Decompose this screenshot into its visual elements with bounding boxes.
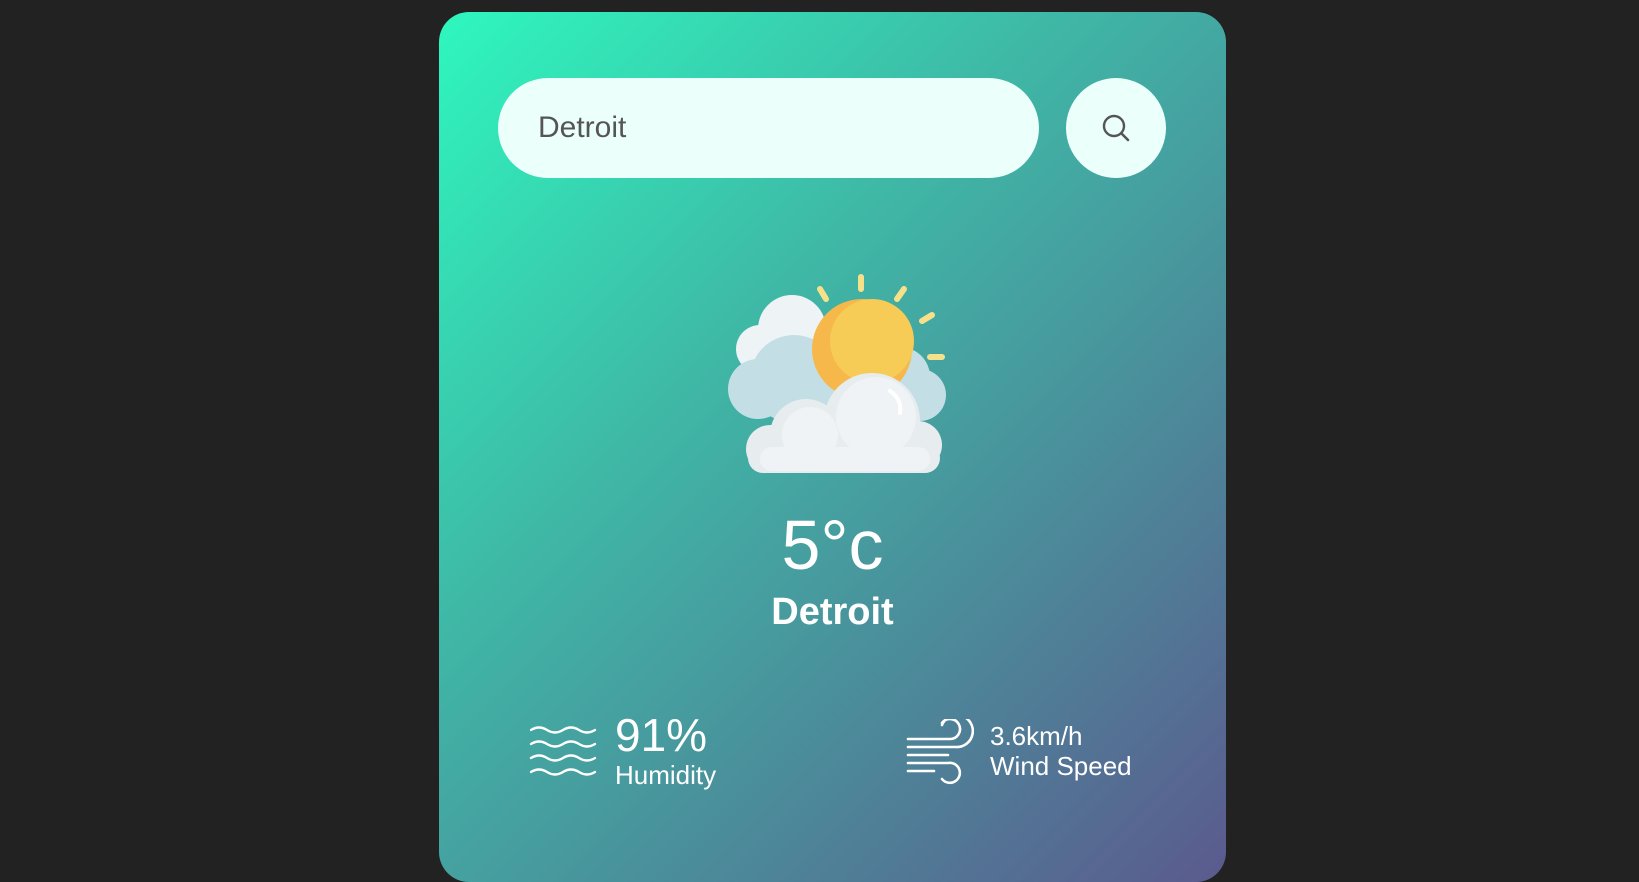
wind-speed-value: 3.6km/h: [990, 721, 1083, 752]
humidity-panel: 91% Humidity: [529, 712, 716, 791]
temperature: 5°c: [781, 506, 884, 584]
weather-card: 5°c Detroit 91% Humidity: [439, 12, 1226, 882]
humidity-value: 91%: [615, 709, 708, 761]
wind-panel: 3.6km/h Wind Speed: [904, 719, 1132, 785]
search-button[interactable]: [1066, 78, 1166, 178]
partly-cloudy-sun-icon: [728, 274, 946, 473]
city-name: Detroit: [771, 591, 894, 633]
humidity-waves-icon: [529, 725, 597, 776]
wind-speed-label: Wind Speed: [990, 751, 1132, 781]
humidity-label: Humidity: [615, 760, 717, 790]
wind-icon: [906, 719, 974, 785]
city-search-input[interactable]: [498, 78, 1039, 178]
search-icon: [1102, 114, 1130, 142]
